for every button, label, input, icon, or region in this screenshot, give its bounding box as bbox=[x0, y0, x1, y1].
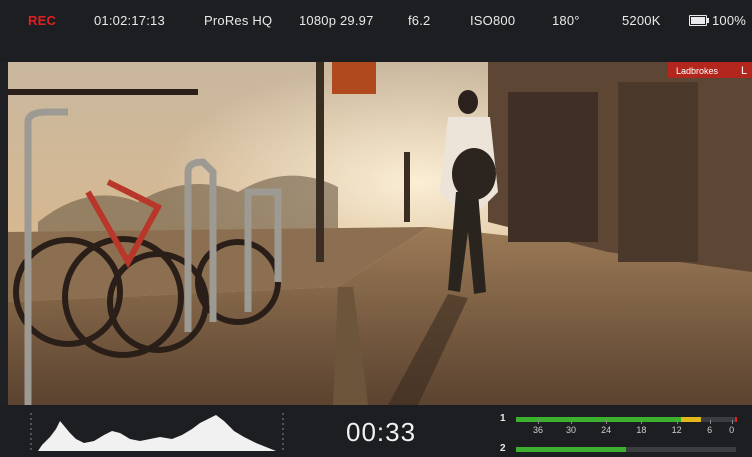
record-indicator[interactable]: REC bbox=[28, 13, 56, 28]
viewfinder-image: Ladbrokes L bbox=[8, 62, 752, 405]
audio-scale-mark bbox=[709, 420, 711, 424]
audio-scale-mark bbox=[571, 420, 572, 424]
audio-scale-mark bbox=[538, 420, 539, 424]
white-balance[interactable]: 5200K bbox=[622, 13, 661, 28]
shop-sign-text: Ladbrokes bbox=[676, 66, 719, 76]
audio-level-fill bbox=[516, 417, 681, 422]
codec[interactable]: ProRes HQ bbox=[204, 13, 272, 28]
audio-meter-channel-2 bbox=[516, 447, 736, 452]
shutter-angle[interactable]: 180° bbox=[552, 13, 580, 28]
iris[interactable]: f6.2 bbox=[408, 13, 430, 28]
audio-channel-2-label: 2 bbox=[500, 443, 506, 454]
battery-icon bbox=[689, 15, 709, 26]
bottom-bar: 00:33 1 36 30 24 18 12 6 0 2 bbox=[0, 405, 752, 457]
audio-scale-mark bbox=[641, 420, 643, 424]
audio-level-fill bbox=[516, 447, 626, 452]
audio-scale-tick: 30 bbox=[565, 425, 577, 435]
audio-scale-mark bbox=[606, 420, 608, 424]
audio-scale-mark bbox=[731, 420, 733, 424]
audio-warn-fill bbox=[681, 417, 701, 422]
audio-peak-marker bbox=[734, 417, 737, 422]
audio-channel-1-label: 1 bbox=[500, 413, 506, 424]
audio-scale-tick: 0 bbox=[729, 425, 735, 435]
audio-scale-tick: 36 bbox=[532, 425, 544, 435]
battery-status: 100% bbox=[689, 13, 746, 28]
histogram-icon[interactable] bbox=[30, 411, 290, 453]
iso[interactable]: ISO800 bbox=[470, 13, 515, 28]
audio-scale-tick: 18 bbox=[636, 425, 647, 435]
street-scene-image: Ladbrokes L bbox=[8, 62, 752, 405]
timecode: 01:02:17:13 bbox=[94, 13, 165, 28]
audio-scale-tick: 6 bbox=[707, 425, 713, 435]
camera-monitor: REC 01:02:17:13 ProRes HQ 1080p 29.97 f6… bbox=[0, 0, 752, 457]
battery-percent: 100% bbox=[712, 13, 747, 28]
status-bar: REC 01:02:17:13 ProRes HQ 1080p 29.97 f6… bbox=[0, 0, 752, 62]
audio-scale-mark bbox=[676, 420, 678, 424]
shop-sign-letter: L bbox=[741, 65, 747, 77]
audio-meters[interactable]: 1 36 30 24 18 12 6 0 2 bbox=[496, 411, 746, 455]
audio-meter-channel-1 bbox=[516, 417, 737, 422]
audio-scale-tick: 24 bbox=[601, 425, 612, 435]
format[interactable]: 1080p 29.97 bbox=[299, 13, 374, 28]
clip-duration: 00:33 bbox=[346, 417, 417, 447]
audio-scale-tick: 12 bbox=[671, 425, 682, 435]
